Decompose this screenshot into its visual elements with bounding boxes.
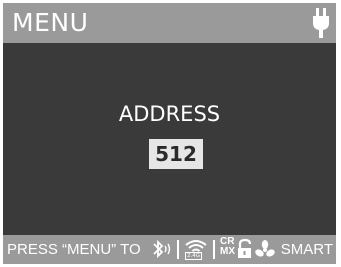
status-separator	[177, 240, 179, 259]
hint-text: PRESS “MENU” TO	[7, 241, 141, 258]
menu-title: MENU	[12, 8, 89, 37]
bluetooth-icon	[153, 239, 171, 259]
display-screen: MENU ADDRESS 512 PRESS “MENU” TO 2.4G CR…	[3, 3, 336, 264]
status-separator	[213, 240, 215, 259]
wifi-band-label: 2.4G	[185, 252, 203, 260]
wifi-icon	[185, 240, 207, 252]
fan-icon	[255, 240, 275, 257]
mode-label: SMART	[280, 241, 333, 258]
address-label: ADDRESS	[118, 102, 221, 126]
lock-icon	[238, 238, 252, 258]
status-bar: PRESS “MENU” TO 2.4G CR MX SMART	[3, 235, 336, 264]
header-bar: MENU	[3, 3, 336, 43]
power-plug-icon	[313, 8, 329, 38]
address-value[interactable]: 512	[149, 139, 203, 169]
